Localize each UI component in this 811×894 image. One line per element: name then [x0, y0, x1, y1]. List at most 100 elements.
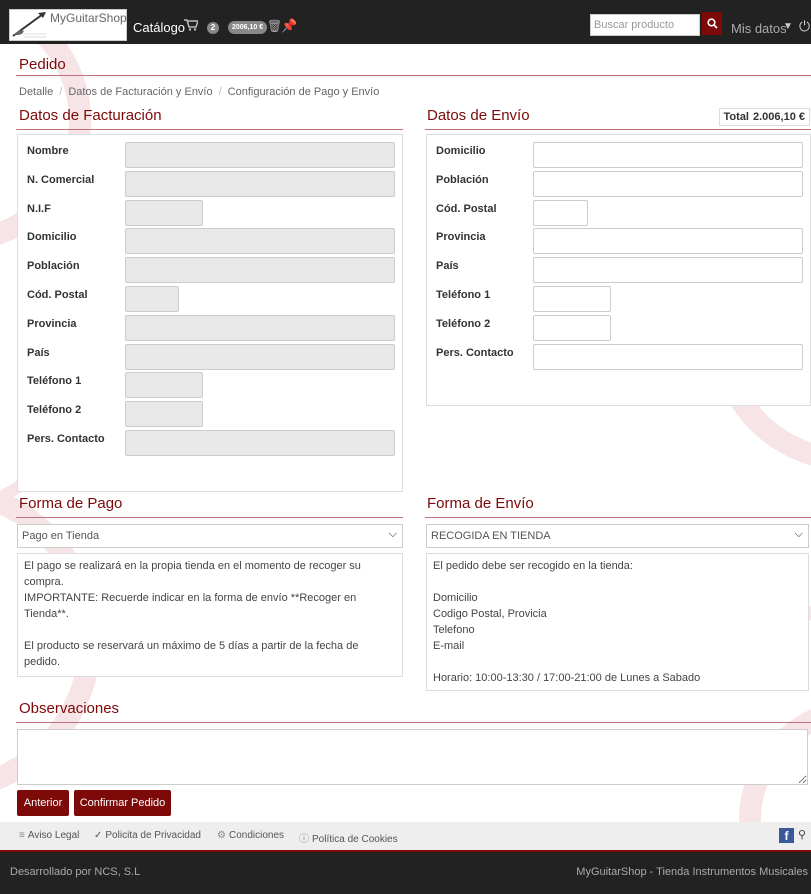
payment-divider	[16, 517, 403, 518]
shipping-label: Provincia	[436, 231, 486, 244]
shipping-divider	[425, 129, 811, 130]
delivery-description-line: Telefono	[433, 624, 475, 636]
shipping-field[interactable]	[533, 170, 803, 197]
footer-link-conditions[interactable]: ⚙ Condiciones	[217, 830, 284, 841]
billing-field	[125, 170, 395, 197]
title-divider	[16, 75, 811, 76]
shipping-field[interactable]	[533, 286, 611, 312]
footer-link-privacy[interactable]: ✓ Policita de Privacidad	[94, 830, 201, 841]
site-tagline: MyGuitarShop - Tienda Instrumentos Music…	[576, 866, 808, 878]
facebook-icon[interactable]: f	[779, 828, 794, 843]
breadcrumb-item-datos[interactable]: Datos de Facturación y Envío	[68, 86, 212, 98]
shipping-label: Pers. Contacto	[436, 346, 514, 359]
footer-links-bar: ≡ Aviso Legal ✓ Policita de Privacidad ⚙ Co…	[0, 822, 811, 850]
search-button[interactable]	[702, 12, 722, 35]
billing-field	[125, 142, 395, 168]
search-input[interactable]	[590, 14, 700, 36]
payment-description-line	[24, 622, 396, 638]
map-marker-icon[interactable]: ⚲	[798, 828, 806, 841]
shipping-title: Datos de Envío	[427, 107, 530, 124]
payment-description-line: IMPORTANTE: Recuerde indicar en la forma…	[24, 592, 357, 604]
trash-icon[interactable]: 🗑	[267, 19, 282, 33]
observations-divider	[16, 722, 811, 723]
page-title: Pedido	[19, 56, 66, 73]
shipping-field[interactable]	[533, 142, 803, 168]
delivery-description-line	[433, 654, 802, 670]
observations-title: Observaciones	[19, 700, 120, 717]
billing-title: Datos de Facturación	[19, 107, 162, 124]
delivery-description-line: Domicilio	[433, 592, 478, 604]
delivery-description-line: Horario: 10:00-13:30 / 17:00-21:00 de Lu…	[433, 672, 701, 684]
shipping-field[interactable]	[533, 199, 588, 226]
chevron-down-icon: ⌵	[794, 528, 803, 540]
delivery-description: El pedido debe ser recogido en la tienda…	[426, 553, 809, 691]
shipping-field[interactable]	[533, 343, 803, 370]
billing-panel: Nombre N. Comercial N.I.F Domicilio Població…	[17, 134, 403, 492]
shipping-field[interactable]	[533, 314, 611, 341]
observations-textarea[interactable]	[17, 729, 808, 785]
footer-link-label: Aviso Legal	[27, 830, 80, 841]
footer-link-cookies[interactable]: ⓘ Política de Cookies	[299, 830, 398, 845]
billing-label: Teléfono 1	[27, 375, 82, 388]
payment-selected: Pago en Tienda	[22, 530, 100, 542]
cart-total-badge[interactable]: 2006,10 €	[228, 21, 268, 34]
billing-label: N. Comercial	[27, 173, 95, 186]
billing-field	[125, 286, 179, 312]
search-icon	[706, 18, 718, 29]
shipping-label: Teléfono 2	[436, 317, 491, 330]
payment-method-select[interactable]: Pago en Tienda ⌵	[17, 524, 403, 548]
shipping-label: Población	[436, 173, 489, 186]
shipping-field[interactable]	[533, 257, 803, 284]
billing-field	[125, 314, 395, 341]
delivery-description-line	[433, 574, 802, 590]
billing-label: Pers. Contacto	[27, 433, 105, 445]
shipping-label: Cód. Postal	[436, 202, 497, 215]
payment-description-line: El pago se realizará en la propia tienda…	[24, 560, 361, 572]
delivery-title: Forma de Envío	[427, 495, 534, 512]
delivery-description-line: E-mail	[433, 640, 465, 652]
shipping-label: País	[436, 260, 459, 273]
guitar-logo-icon	[12, 12, 46, 38]
payment-description-line: El producto se reservará un máximo de 5 …	[24, 640, 359, 652]
breadcrumb-item-configuracion: Configuración de Pago y Envío	[227, 86, 380, 98]
billing-divider	[16, 129, 403, 130]
delivery-description-line: Codigo Postal, Provicia	[433, 608, 547, 620]
payment-description: El pago se realizará en la propia tienda…	[17, 553, 403, 677]
footer-bottom-bar: Desarrollado por NCS, S.L MyGuitarShop -…	[0, 852, 811, 894]
shipping-panel: Domicilio Población Cód. Postal Provincia Pa…	[426, 134, 811, 406]
payment-description-line: pedido.	[24, 656, 61, 668]
document-icon: ≡	[19, 830, 25, 841]
pin-icon[interactable]: 📌	[281, 18, 297, 34]
billing-field	[125, 257, 395, 284]
catalog-link[interactable]: Catálogo	[133, 20, 185, 35]
billing-label: País	[27, 346, 50, 359]
total-value: 2.006,10 €	[753, 111, 805, 123]
check-icon: ✓	[94, 830, 103, 841]
power-icon[interactable]: ⏻	[799, 18, 810, 35]
breadcrumb-item-detalle[interactable]: Detalle	[19, 86, 53, 98]
footer-divider	[0, 850, 811, 852]
site-logo[interactable]: MyGuitarShop	[9, 9, 127, 41]
footer-link-label: Condiciones	[228, 830, 285, 841]
confirm-order-button[interactable]: Confirmar Pedido	[74, 790, 171, 816]
billing-label: Teléfono 2	[27, 404, 82, 417]
logo-text: MyGuitarShop	[50, 11, 127, 25]
delivery-divider	[425, 517, 811, 518]
billing-field	[125, 372, 203, 399]
delivery-method-select[interactable]: RECOGIDA EN TIENDA ⌵	[426, 524, 809, 548]
billing-label: N.I.F	[27, 202, 51, 215]
total-label: Total	[723, 111, 749, 123]
payment-description-line: compra.	[24, 576, 64, 588]
delivery-description-line: El pedido debe ser recogido en la tienda…	[433, 560, 633, 572]
billing-label: Cód. Postal	[27, 289, 88, 301]
shipping-field[interactable]	[533, 228, 803, 255]
back-button[interactable]: Anterior	[17, 790, 69, 816]
footer-link-legal[interactable]: ≡ Aviso Legal	[19, 830, 79, 841]
chevron-down-icon: ⌵	[388, 528, 397, 540]
cart-icon[interactable]	[184, 19, 198, 31]
caret-down-icon[interactable]: ▼	[783, 21, 793, 32]
account-menu[interactable]: Mis datos	[731, 21, 787, 36]
cart-count-badge[interactable]: 2	[207, 22, 219, 34]
settings-icon: ⚙	[217, 830, 226, 841]
order-total: Total 2.006,10 €	[718, 108, 810, 126]
